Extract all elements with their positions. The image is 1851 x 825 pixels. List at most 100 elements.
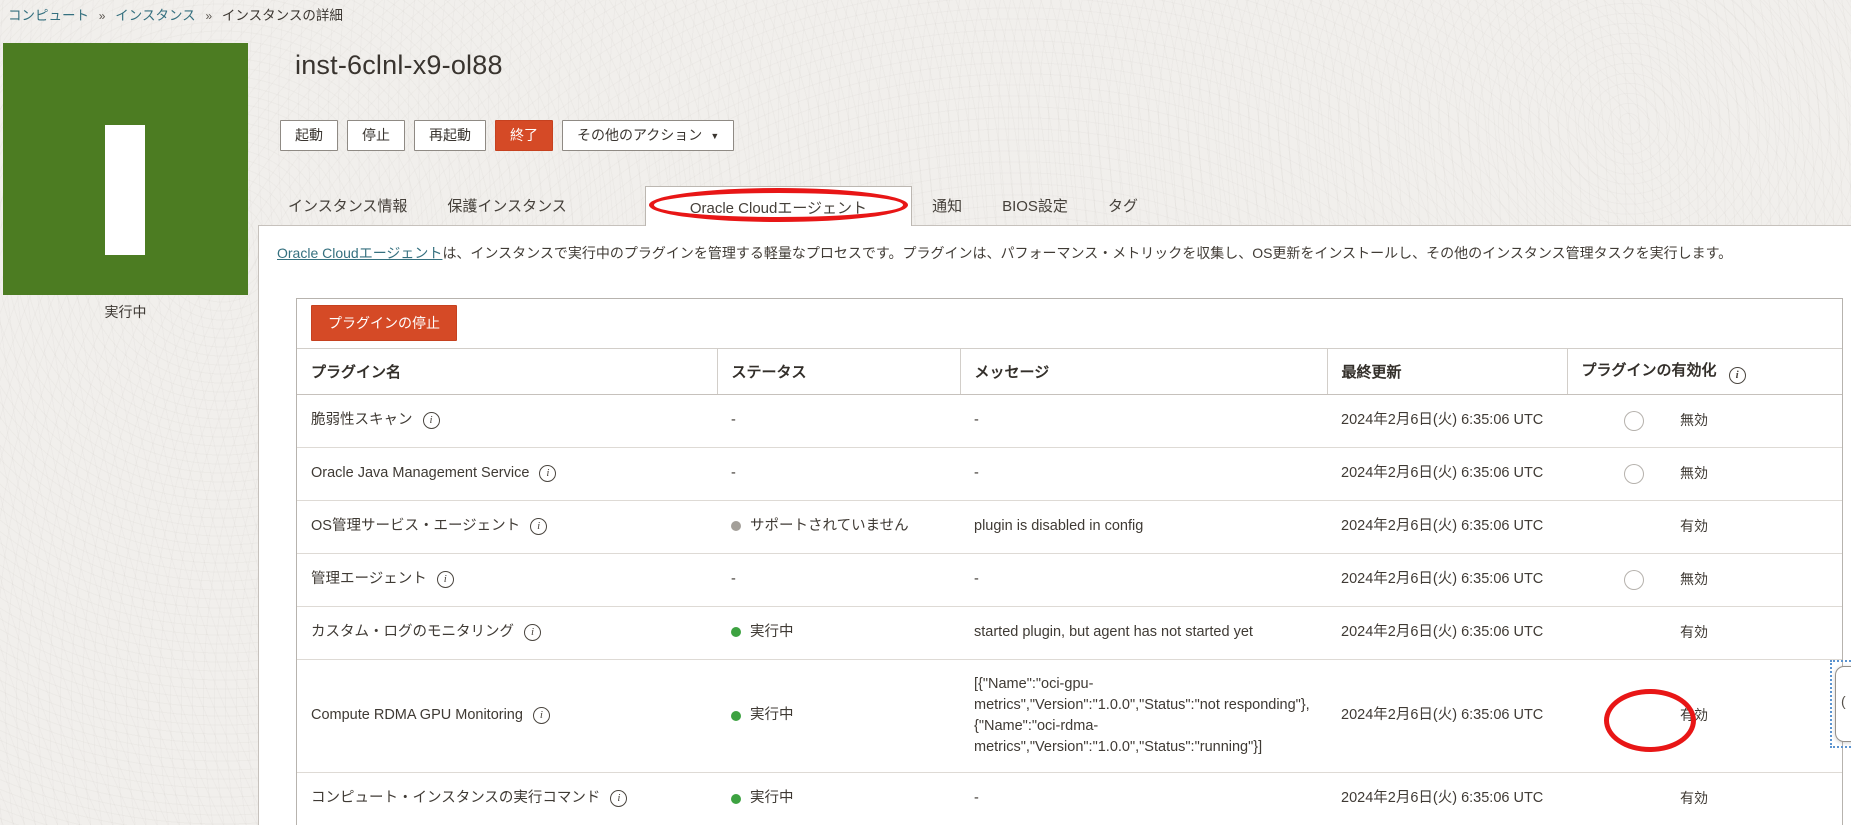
breadcrumb-separator: »	[205, 9, 212, 23]
plugin-name: OS管理サービス・エージェント	[311, 516, 520, 537]
info-icon[interactable]: i	[437, 571, 454, 588]
status-dot-icon	[731, 521, 741, 531]
plugin-enable-toggle[interactable]	[1622, 621, 1666, 645]
tab-bar: インスタンス情報 保護インスタンス Oracle Cloudエージェント 通知 …	[268, 187, 1851, 226]
plugin-status: サポートされていません	[731, 516, 946, 537]
table-row: Compute RDMA GPU Monitoring i 実行中 [{"Nam…	[297, 659, 1842, 772]
table-row: 管理エージェント i - - 2024年2月6日(火) 6:35:06 UTC …	[297, 553, 1842, 606]
info-icon[interactable]: i	[539, 465, 556, 482]
more-actions-button[interactable]: その他のアクション ▼	[562, 120, 734, 151]
info-icon[interactable]: i	[423, 412, 440, 429]
column-header-message: メッセージ	[960, 349, 1327, 395]
reboot-button[interactable]: 再起動	[414, 120, 486, 151]
stop-plugin-button[interactable]: プラグインの停止	[311, 305, 457, 341]
table-row: コンピュート・インスタンスの実行コマンド i 実行中 - 2024年2月6日(火…	[297, 772, 1842, 825]
toggle-state-label: 無効	[1680, 569, 1708, 589]
breadcrumb-current: インスタンスの詳細	[222, 8, 343, 23]
column-header-status: ステータス	[717, 349, 960, 395]
info-icon[interactable]: i	[610, 790, 627, 807]
page-title: inst-6clnl-x9-ol88	[295, 50, 503, 81]
breadcrumb-link-compute[interactable]: コンピュート	[8, 8, 89, 23]
toggle-state-label: 無効	[1680, 463, 1708, 483]
plugin-name: Compute RDMA GPU Monitoring	[311, 705, 523, 726]
instance-state-label: 実行中	[3, 302, 248, 322]
start-button[interactable]: 起動	[280, 120, 338, 151]
plugin-status: -	[731, 569, 946, 590]
status-dot-icon	[731, 627, 741, 637]
plugin-enable-toggle[interactable]	[1622, 704, 1666, 728]
breadcrumb-link-instances[interactable]: インスタンス	[115, 8, 195, 23]
column-header-plugin-enabled: プラグインの有効化 i	[1567, 349, 1842, 395]
toggle-state-label: 有効	[1680, 516, 1708, 536]
oracle-cloud-agent-link[interactable]: Oracle Cloudエージェント	[277, 245, 442, 261]
info-icon[interactable]: i	[530, 518, 547, 535]
toggle-knob	[1644, 623, 1664, 643]
toggle-state-label: 無効	[1680, 410, 1708, 430]
agent-description: Oracle Cloudエージェントは、インスタンスで実行中のプラグインを管理す…	[277, 243, 1837, 263]
plugin-message: plugin is disabled in config	[960, 500, 1327, 553]
plugin-status: -	[731, 410, 946, 431]
action-button-row: 起動 停止 再起動 終了 その他のアクション ▼	[280, 120, 734, 151]
plugin-status: -	[731, 463, 946, 484]
table-row: Oracle Java Management Service i - - 202…	[297, 447, 1842, 500]
plugin-updated: 2024年2月6日(火) 6:35:06 UTC	[1327, 659, 1567, 772]
tooltip-fragment-text: (	[1841, 693, 1846, 709]
plugin-updated: 2024年2月6日(火) 6:35:06 UTC	[1327, 553, 1567, 606]
plugin-table-header-row: プラグイン名 ステータス メッセージ 最終更新 プラグインの有効化 i	[297, 349, 1842, 395]
tab-tags[interactable]: タグ	[1088, 185, 1158, 226]
info-icon[interactable]: i	[1729, 367, 1746, 384]
plugin-message: -	[960, 772, 1327, 825]
info-icon[interactable]: i	[533, 707, 550, 724]
plugin-status: 実行中	[731, 622, 946, 643]
tab-shielded-instance[interactable]: 保護インスタンス	[427, 185, 586, 226]
info-icon[interactable]: i	[524, 624, 541, 641]
toggle-knob	[1644, 789, 1664, 809]
plugin-message: -	[960, 447, 1327, 500]
column-header-plugin-name: プラグイン名	[297, 349, 717, 395]
instance-state-square	[3, 43, 248, 295]
more-actions-label: その他のアクション	[577, 127, 702, 143]
table-row: カスタム・ログのモニタリング i 実行中 started plugin, but…	[297, 606, 1842, 659]
plugin-enable-toggle[interactable]	[1622, 568, 1666, 592]
plugin-message: -	[960, 553, 1327, 606]
plugin-name: 管理エージェント	[311, 569, 427, 590]
plugin-enable-toggle[interactable]	[1622, 787, 1666, 811]
column-header-last-updated: 最終更新	[1327, 349, 1567, 395]
plugin-status: 実行中	[731, 705, 946, 726]
plugin-name: 脆弱性スキャン	[311, 410, 413, 431]
plugin-name: コンピュート・インスタンスの実行コマンド	[311, 788, 600, 809]
plugin-message: -	[960, 394, 1327, 447]
plugin-message: [{"Name":"oci-gpu-metrics","Version":"1.…	[960, 659, 1327, 772]
chevron-down-icon: ▼	[710, 131, 719, 141]
toggle-state-label: 有効	[1680, 622, 1708, 642]
status-dot-icon	[731, 711, 741, 721]
tab-bios-settings[interactable]: BIOS設定	[982, 185, 1088, 226]
tooltip-popup-fragment: (	[1835, 666, 1851, 742]
tab-instance-info[interactable]: インスタンス情報	[268, 185, 427, 226]
table-row: OS管理サービス・エージェント i サポートされていません plugin is …	[297, 500, 1842, 553]
plugin-table-toolbar: プラグインの停止	[297, 299, 1842, 348]
toggle-knob	[1624, 411, 1644, 431]
plugin-updated: 2024年2月6日(火) 6:35:06 UTC	[1327, 500, 1567, 553]
terminate-button[interactable]: 終了	[495, 120, 553, 151]
instance-state-icon	[105, 125, 145, 255]
toggle-knob	[1624, 570, 1644, 590]
plugin-table-body: 脆弱性スキャン i - - 2024年2月6日(火) 6:35:06 UTC 無…	[297, 394, 1842, 825]
plugin-updated: 2024年2月6日(火) 6:35:06 UTC	[1327, 772, 1567, 825]
breadcrumb-separator: »	[99, 9, 106, 23]
column-header-plugin-enabled-label: プラグインの有効化	[1582, 362, 1717, 379]
stop-button[interactable]: 停止	[347, 120, 405, 151]
agent-tab-panel: Oracle Cloudエージェントは、インスタンスで実行中のプラグインを管理す…	[258, 225, 1851, 825]
toggle-knob	[1644, 706, 1664, 726]
tab-oracle-cloud-agent[interactable]: Oracle Cloudエージェント	[645, 186, 912, 226]
toggle-state-label: 有効	[1680, 705, 1708, 725]
plugin-updated: 2024年2月6日(火) 6:35:06 UTC	[1327, 394, 1567, 447]
plugin-name: カスタム・ログのモニタリング	[311, 622, 514, 643]
tab-notifications[interactable]: 通知	[912, 185, 982, 226]
agent-description-text: は、インスタンスで実行中のプラグインを管理する軽量なプロセスです。プラグインは、…	[442, 245, 1732, 261]
status-dot-icon	[731, 794, 741, 804]
table-row: 脆弱性スキャン i - - 2024年2月6日(火) 6:35:06 UTC 無…	[297, 394, 1842, 447]
plugin-enable-toggle[interactable]	[1622, 515, 1666, 539]
plugin-enable-toggle[interactable]	[1622, 409, 1666, 433]
plugin-enable-toggle[interactable]	[1622, 462, 1666, 486]
